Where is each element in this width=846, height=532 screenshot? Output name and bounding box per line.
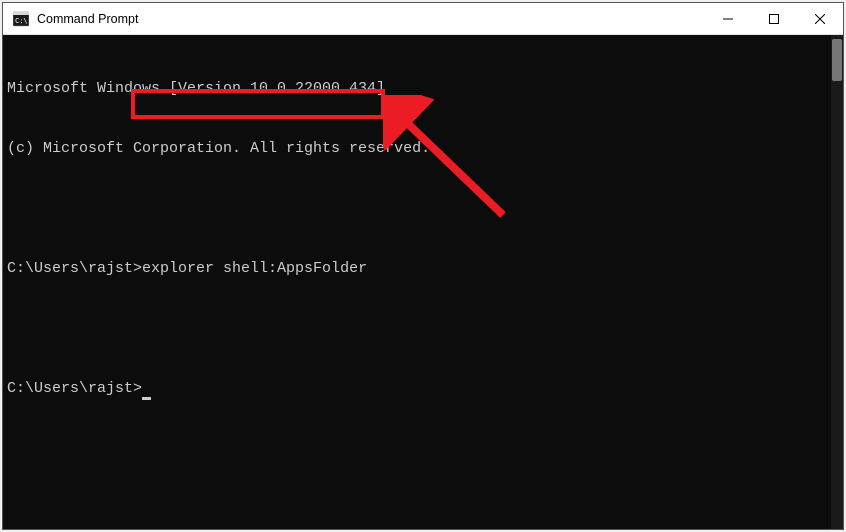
minimize-button[interactable] — [705, 3, 751, 35]
window: C:\ Command Prompt Microsoft Windows [Ve… — [2, 2, 844, 530]
close-button[interactable] — [797, 3, 843, 35]
maximize-button[interactable] — [751, 3, 797, 35]
window-title: Command Prompt — [37, 12, 138, 26]
scrollbar-track[interactable] — [831, 35, 843, 529]
prompt-line: C:\Users\rajst>explorer shell:AppsFolder — [7, 259, 827, 279]
banner-line: Microsoft Windows [Version 10.0.22000.43… — [7, 79, 827, 99]
blank-line — [7, 199, 827, 219]
cmd-app-icon: C:\ — [13, 11, 29, 27]
banner-line: (c) Microsoft Corporation. All rights re… — [7, 139, 827, 159]
prompt: C:\Users\rajst> — [7, 380, 142, 397]
text-cursor — [142, 397, 151, 400]
terminal-area[interactable]: Microsoft Windows [Version 10.0.22000.43… — [3, 35, 843, 529]
scrollbar-thumb[interactable] — [832, 39, 842, 81]
prompt-line: C:\Users\rajst> — [7, 379, 827, 399]
blank-line — [7, 319, 827, 339]
prompt: C:\Users\rajst> — [7, 260, 142, 277]
svg-text:C:\: C:\ — [15, 17, 28, 25]
terminal-content[interactable]: Microsoft Windows [Version 10.0.22000.43… — [3, 35, 831, 529]
titlebar[interactable]: C:\ Command Prompt — [3, 3, 843, 35]
typed-command: explorer shell:AppsFolder — [142, 260, 367, 277]
